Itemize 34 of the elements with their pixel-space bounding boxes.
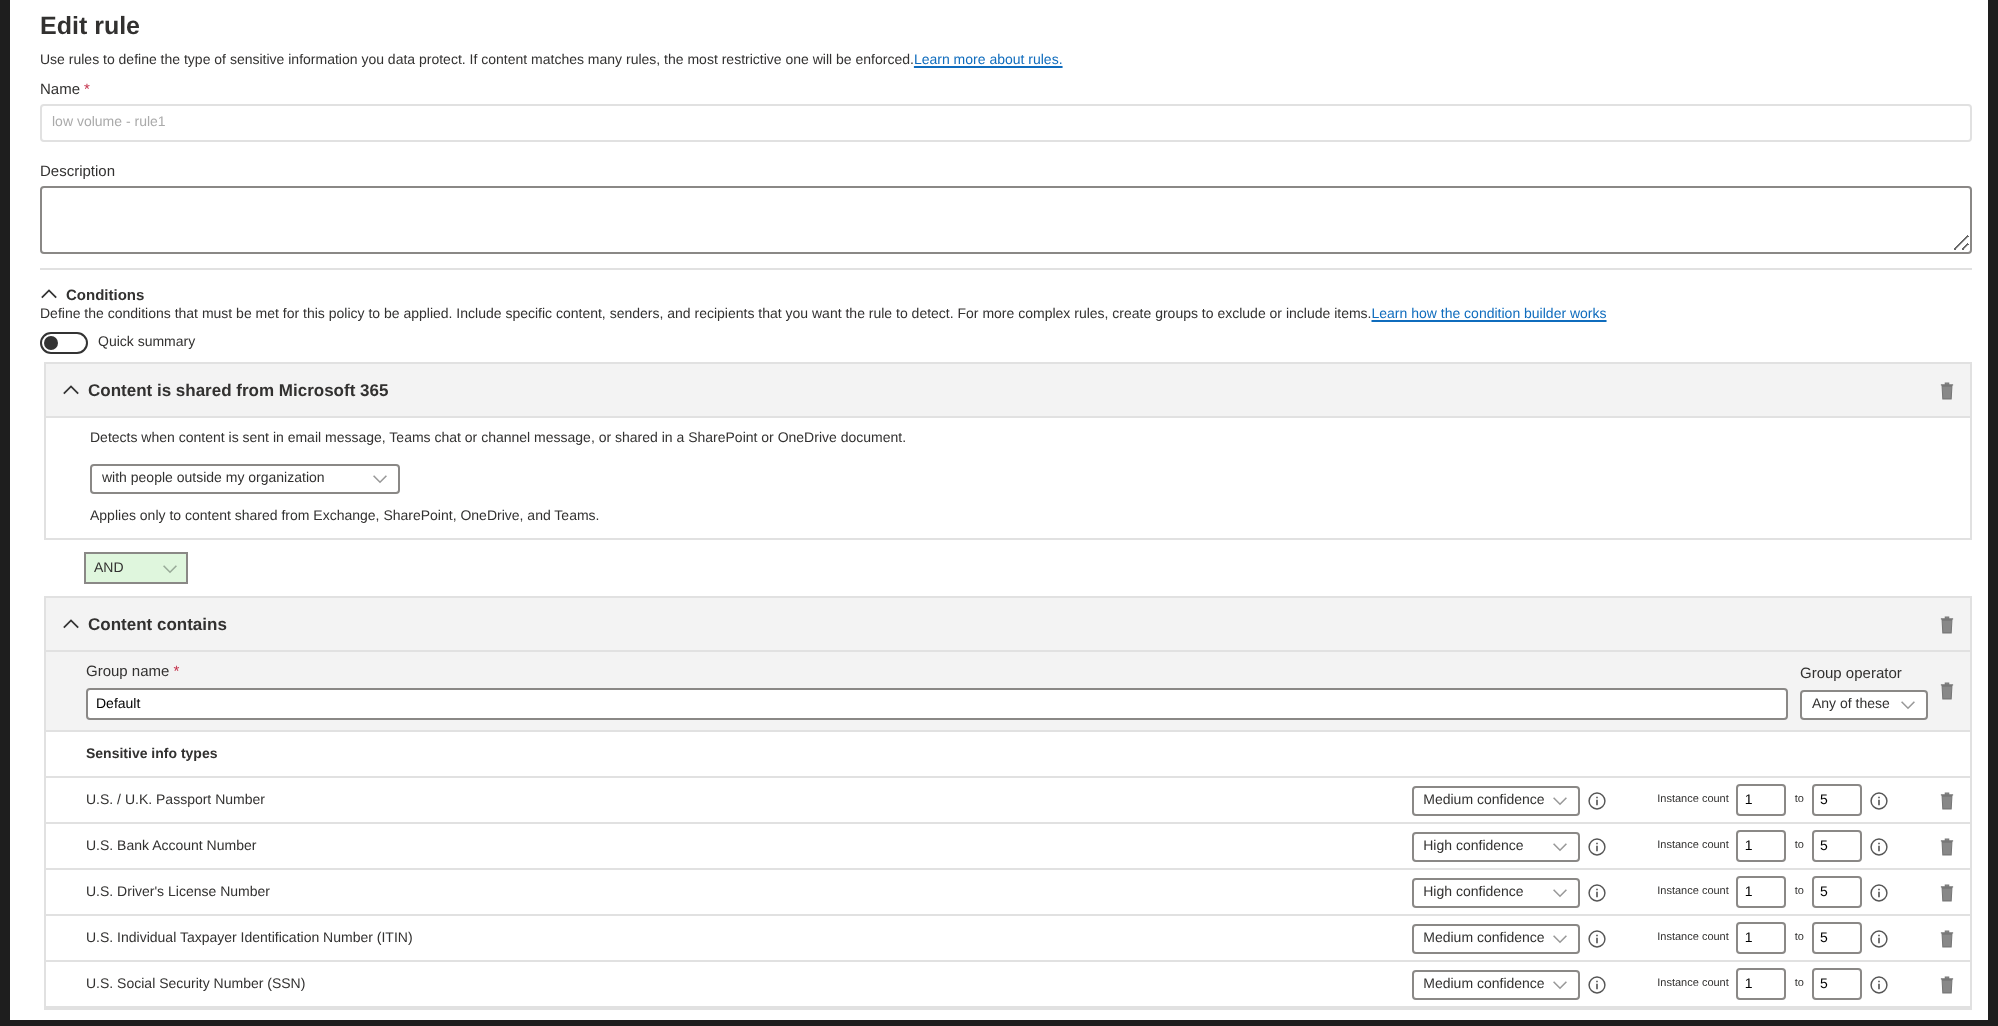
delete-icon[interactable] <box>1940 975 1954 993</box>
delete-icon[interactable] <box>1940 791 1954 809</box>
delete-icon[interactable] <box>1940 929 1954 947</box>
caret-icon <box>1552 933 1569 943</box>
caret-icon <box>1552 979 1569 989</box>
caret-icon <box>1551 841 1568 851</box>
delete-icon[interactable] <box>1940 682 1954 700</box>
info-icon[interactable] <box>1870 837 1888 855</box>
description-field[interactable] <box>40 186 1972 254</box>
chevron-icon[interactable] <box>62 618 80 630</box>
toggle-switch[interactable] <box>40 332 88 354</box>
delete-icon[interactable] <box>1940 837 1954 855</box>
delete-icon[interactable] <box>1940 615 1954 633</box>
info-icon[interactable] <box>1587 883 1606 901</box>
info-icon[interactable] <box>1587 791 1606 809</box>
chevron-icon[interactable] <box>40 288 58 300</box>
info-icon[interactable] <box>1587 837 1606 855</box>
caret-icon <box>372 474 388 484</box>
info-icon[interactable] <box>1870 791 1888 809</box>
caret-icon <box>1551 887 1568 897</box>
info-icon[interactable] <box>1587 975 1606 993</box>
page-title: Edit rule <box>40 12 143 40</box>
chevron-icon[interactable] <box>62 384 80 396</box>
info-icon[interactable] <box>1870 975 1888 993</box>
delete-icon[interactable] <box>1940 883 1954 901</box>
caret-icon <box>1552 795 1569 805</box>
card-title: Content contains <box>88 614 229 634</box>
card-title: Content is shared from Microsoft 365 <box>88 380 391 400</box>
info-icon[interactable] <box>1870 929 1888 947</box>
caret-icon <box>1900 700 1916 710</box>
caret-icon <box>162 563 178 573</box>
info-icon[interactable] <box>1870 883 1888 901</box>
info-icon[interactable] <box>1587 929 1606 947</box>
delete-icon[interactable] <box>1940 381 1954 399</box>
